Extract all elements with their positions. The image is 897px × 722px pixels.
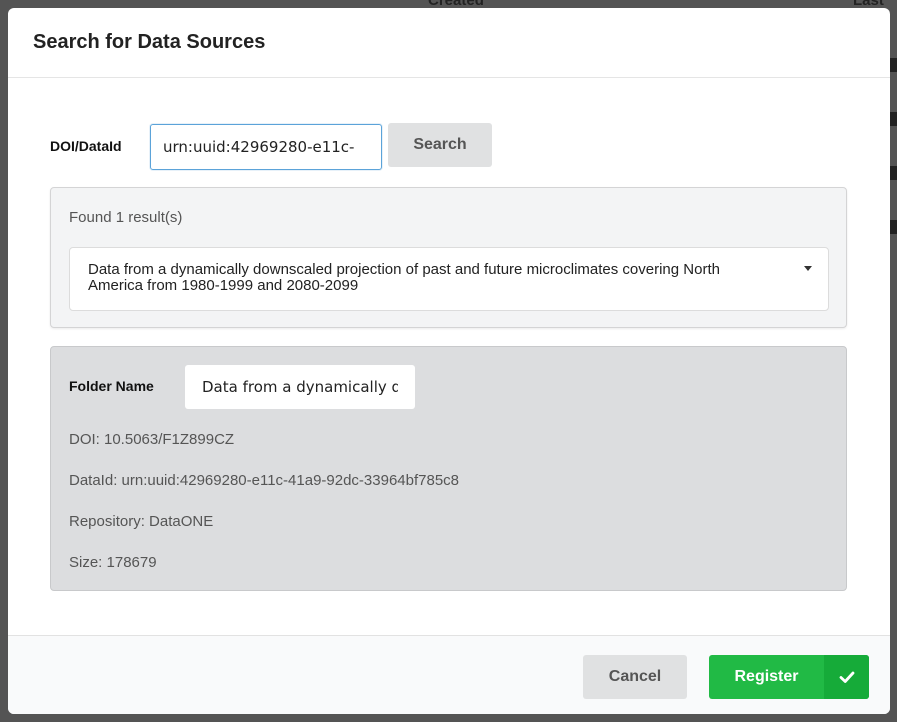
register-button[interactable]: Register bbox=[709, 655, 869, 699]
dataset-dataid: DataId: urn:uuid:42969280-e11c-41a9-92dc… bbox=[69, 472, 460, 489]
register-icon-box bbox=[824, 655, 869, 699]
folder-name-label: Folder Name bbox=[69, 378, 154, 394]
search-button[interactable]: Search bbox=[388, 123, 492, 167]
result-dropdown-selected-text: Data from a dynamically downscaled proje… bbox=[88, 261, 720, 294]
results-count: Found 1 result(s) bbox=[69, 209, 183, 226]
background-row-marker bbox=[889, 112, 897, 126]
dataset-size: Size: 178679 bbox=[69, 554, 157, 571]
background-row-marker bbox=[889, 166, 897, 180]
chevron-down-icon bbox=[804, 266, 812, 271]
search-results-panel: Found 1 result(s) Data from a dynamicall… bbox=[50, 187, 847, 328]
cancel-button[interactable]: Cancel bbox=[583, 655, 687, 699]
register-button-label: Register bbox=[734, 668, 799, 685]
dataset-doi: DOI: 10.5063/F1Z899CZ bbox=[69, 431, 235, 448]
modal-header: Search for Data Sources bbox=[8, 8, 890, 78]
dataset-details-panel: Folder Name DOI: 10.5063/F1Z899CZ DataId… bbox=[50, 346, 847, 591]
background-row-marker bbox=[889, 58, 897, 72]
check-icon bbox=[839, 671, 855, 683]
modal-footer: Cancel Register bbox=[8, 635, 890, 714]
doi-dataid-input[interactable] bbox=[150, 124, 382, 170]
dataset-repository: Repository: DataONE bbox=[69, 513, 214, 530]
search-data-sources-modal: Search for Data Sources DOI/DataId Searc… bbox=[8, 8, 890, 714]
background-row-marker bbox=[889, 220, 897, 234]
result-dropdown[interactable]: Data from a dynamically downscaled proje… bbox=[69, 247, 829, 311]
folder-name-input[interactable] bbox=[185, 365, 415, 409]
modal-title: Search for Data Sources bbox=[33, 31, 266, 53]
doi-dataid-label: DOI/DataId bbox=[50, 138, 122, 154]
